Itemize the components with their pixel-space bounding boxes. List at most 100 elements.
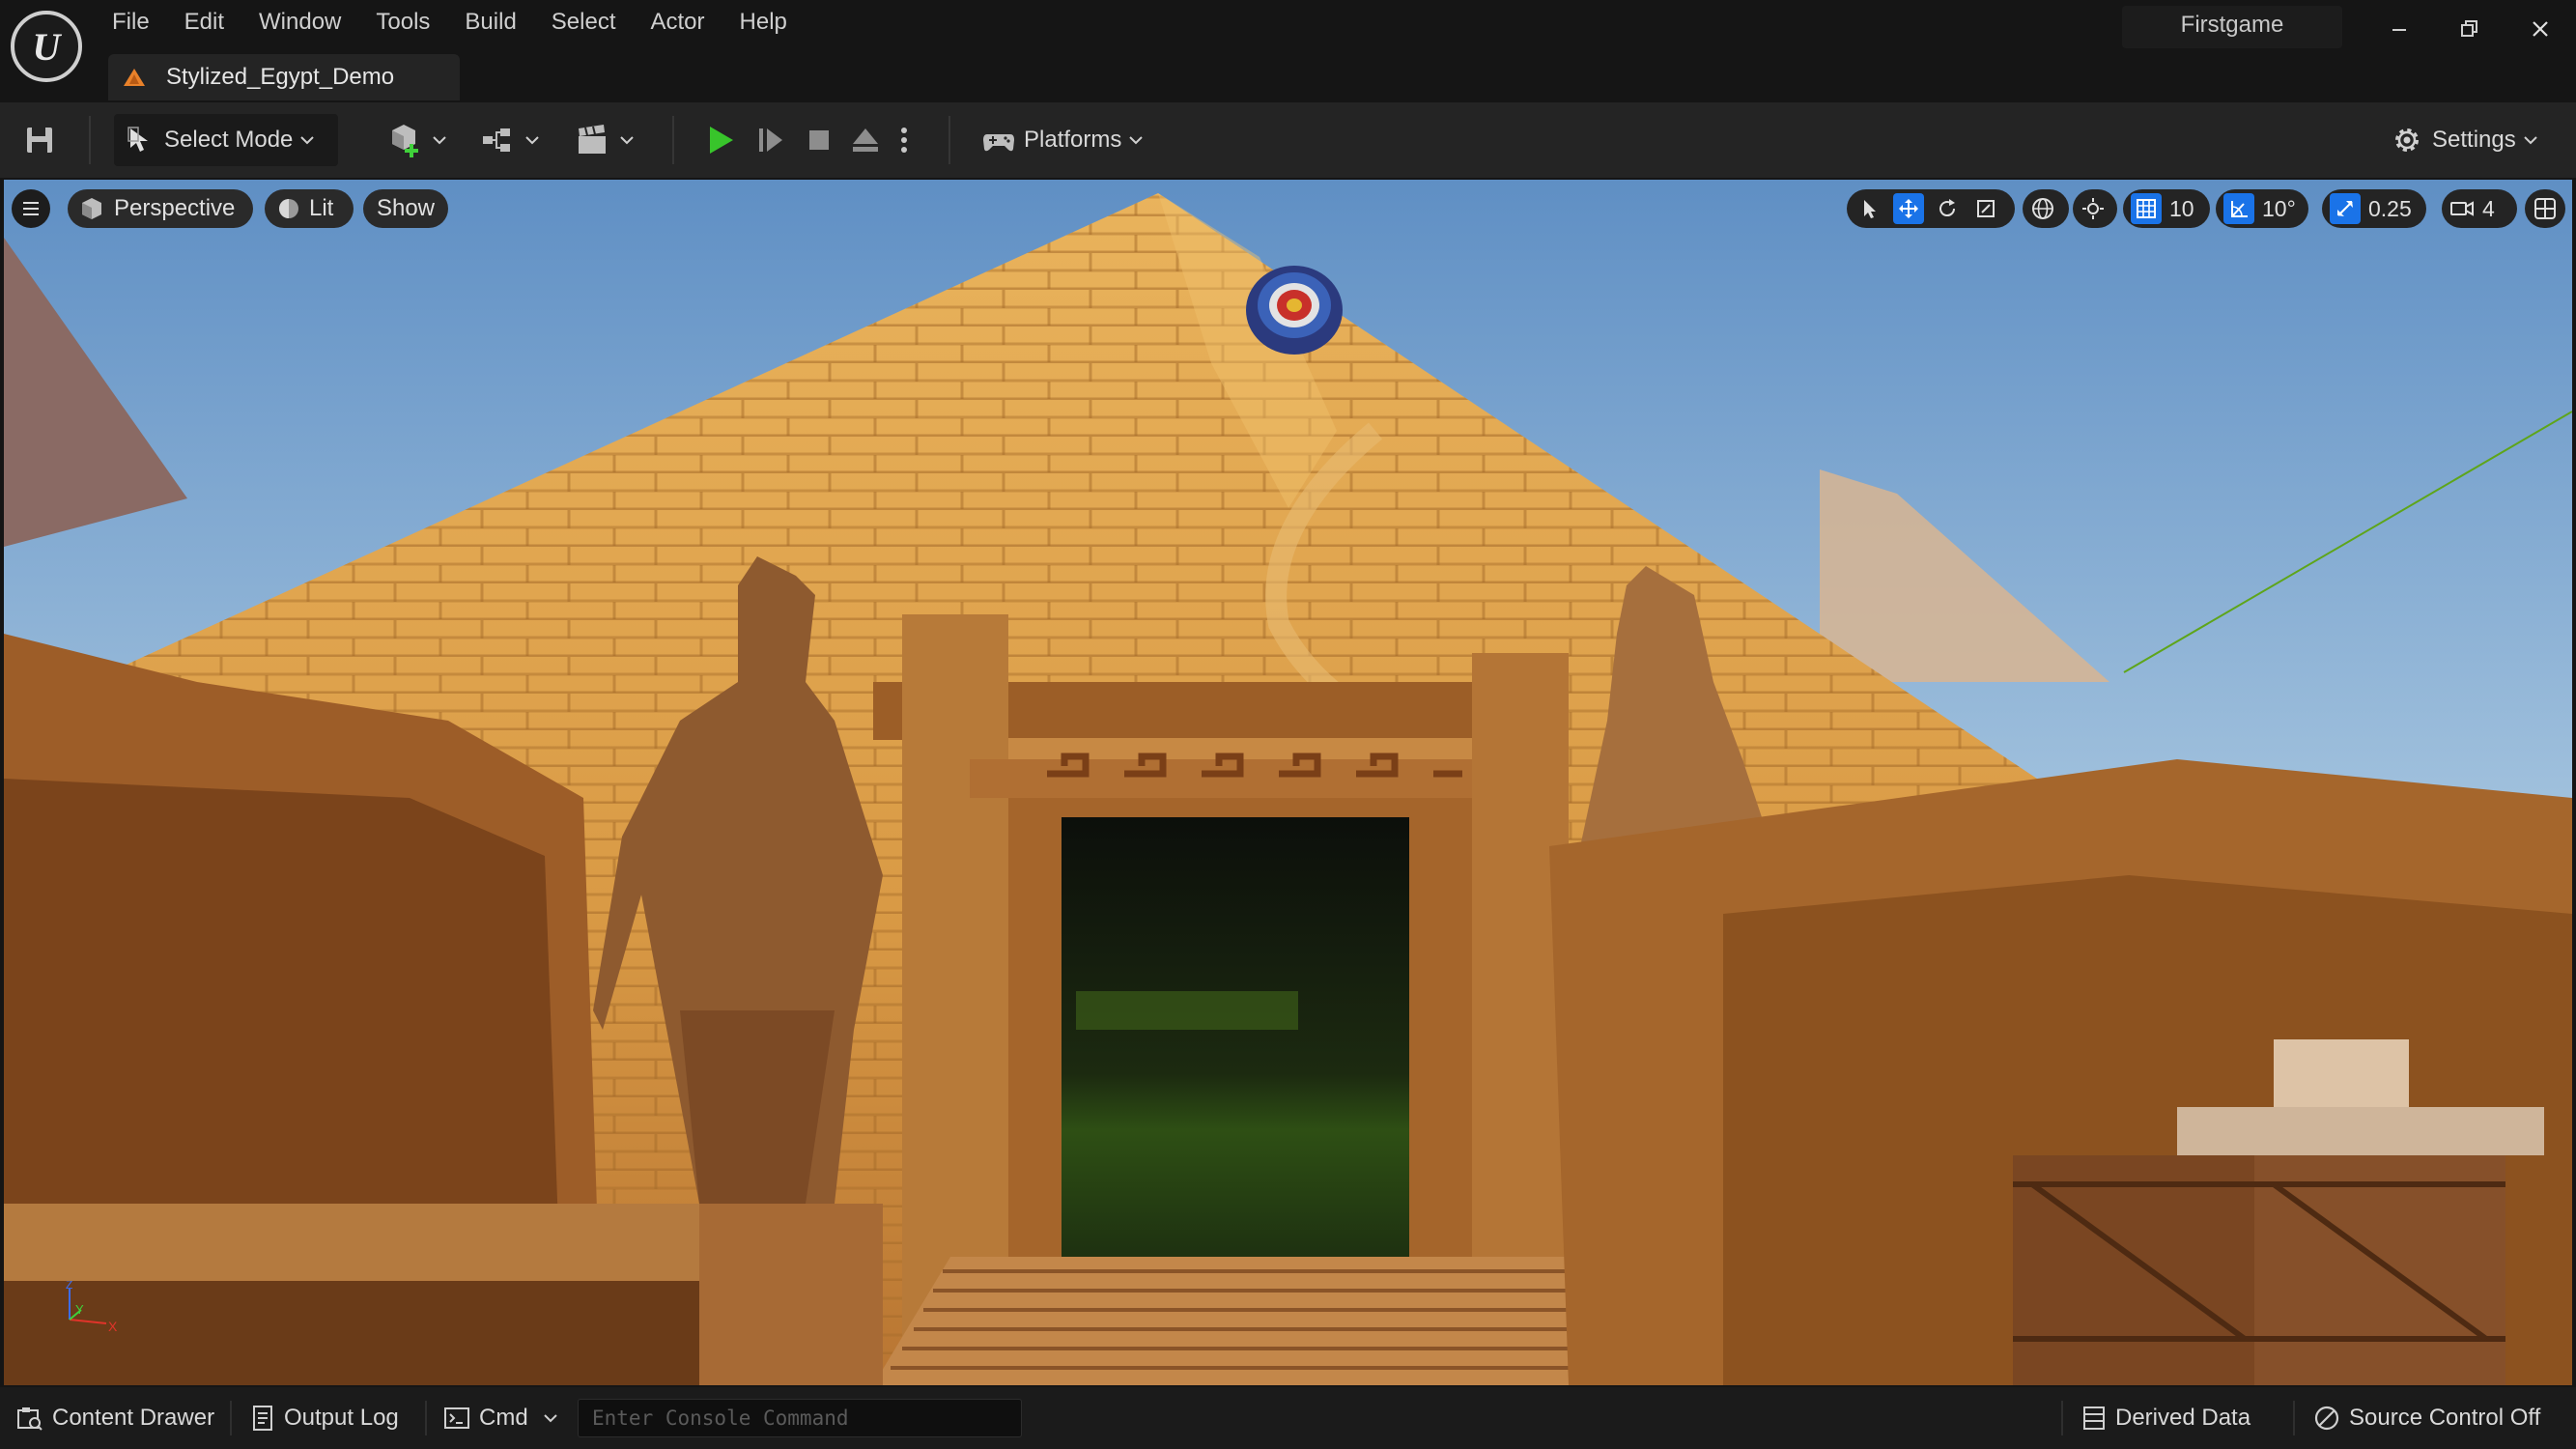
grid-icon bbox=[2137, 199, 2156, 218]
restore-button[interactable] bbox=[2444, 10, 2494, 48]
content-drawer-label: Content Drawer bbox=[52, 1405, 215, 1431]
terminal-icon bbox=[444, 1407, 469, 1429]
scale-tool-button[interactable] bbox=[1970, 193, 2001, 224]
stop-icon bbox=[809, 130, 829, 150]
angle-icon bbox=[2231, 201, 2248, 217]
derived-data-button[interactable]: Derived Data bbox=[2081, 1397, 2250, 1439]
axis-gizmo-icon: X Y Z bbox=[66, 1281, 118, 1334]
menu-tools[interactable]: Tools bbox=[358, 6, 447, 39]
level-tab-label: Stylized_Egypt_Demo bbox=[166, 64, 395, 90]
show-label: Show bbox=[376, 195, 436, 221]
camera-icon bbox=[2450, 201, 2474, 216]
separator bbox=[672, 116, 674, 164]
scale-snap-value: 0.25 bbox=[2368, 195, 2412, 221]
cmd-dropdown[interactable]: Cmd bbox=[442, 1397, 559, 1439]
minimize-button[interactable] bbox=[2374, 10, 2424, 48]
menu-edit[interactable]: Edit bbox=[167, 6, 241, 39]
output-log-button[interactable]: Output Log bbox=[249, 1397, 399, 1439]
level-viewport[interactable]: Perspective Lit Show 10 10° 0.25 4 X Y Z bbox=[4, 180, 2572, 1385]
gear-icon bbox=[2395, 128, 2419, 152]
lit-sphere-icon bbox=[279, 199, 298, 218]
scale-snap-icon bbox=[2337, 201, 2353, 216]
move-arrows-icon bbox=[1899, 199, 1918, 218]
scale-snap-toggle[interactable] bbox=[2330, 193, 2361, 224]
unreal-logo-icon[interactable]: U bbox=[11, 11, 82, 82]
viewport-options-button[interactable] bbox=[12, 189, 50, 228]
platforms-dropdown[interactable]: Platforms bbox=[977, 114, 1151, 166]
derived-data-icon bbox=[2083, 1406, 2105, 1430]
transform-tools-group bbox=[1847, 189, 2015, 228]
separator bbox=[230, 1401, 232, 1435]
move-tool-button[interactable] bbox=[1893, 193, 1924, 224]
surface-snapping-button[interactable] bbox=[2073, 189, 2117, 228]
close-button[interactable] bbox=[2515, 10, 2565, 48]
eject-button[interactable] bbox=[848, 114, 891, 166]
perspective-label: Perspective bbox=[114, 195, 236, 221]
blueprints-dropdown[interactable] bbox=[479, 114, 547, 166]
cinematics-dropdown[interactable] bbox=[574, 114, 641, 166]
menu-actor[interactable]: Actor bbox=[634, 6, 722, 39]
grid-snap-value: 10 bbox=[2169, 195, 2194, 221]
separator bbox=[2293, 1401, 2295, 1435]
grid-snap-toggle[interactable] bbox=[2131, 193, 2162, 224]
blueprint-icon bbox=[483, 128, 510, 152]
cmd-label: Cmd bbox=[479, 1405, 528, 1431]
main-toolbar: Select Mode Platforms Settings bbox=[0, 102, 2576, 178]
stop-button[interactable] bbox=[802, 114, 844, 166]
show-dropdown[interactable]: Show bbox=[363, 189, 448, 228]
hamburger-menu-icon bbox=[23, 202, 39, 215]
chevron-down-icon bbox=[300, 136, 315, 145]
globe-icon bbox=[2032, 198, 2053, 219]
cursor-arrow-icon bbox=[1864, 200, 1876, 218]
layout-grid-icon bbox=[2534, 198, 2556, 219]
source-control-button[interactable]: Source Control Off bbox=[2312, 1397, 2540, 1439]
separator bbox=[89, 116, 91, 164]
source-control-off-icon bbox=[2314, 1406, 2339, 1431]
menu-window[interactable]: Window bbox=[241, 6, 358, 39]
console-command-input[interactable] bbox=[578, 1399, 1022, 1437]
rotate-tool-button[interactable] bbox=[1932, 193, 1963, 224]
cube-icon bbox=[82, 198, 101, 219]
menu-select[interactable]: Select bbox=[534, 6, 634, 39]
play-options-button[interactable] bbox=[896, 114, 920, 166]
svg-text:Y: Y bbox=[75, 1302, 84, 1317]
lit-label: Lit bbox=[309, 195, 334, 221]
menu-help[interactable]: Help bbox=[722, 6, 805, 39]
rotation-snap-toggle[interactable] bbox=[2223, 193, 2254, 224]
viewport-layout-button[interactable] bbox=[2525, 189, 2565, 228]
chevron-down-icon bbox=[620, 136, 634, 145]
select-tool-button[interactable] bbox=[1854, 193, 1885, 224]
status-bar: Content Drawer Output Log Cmd Enter Cons… bbox=[0, 1387, 2576, 1449]
scale-snap-group[interactable]: 0.25 bbox=[2322, 189, 2426, 228]
platforms-label: Platforms bbox=[1024, 127, 1122, 153]
chevron-down-icon bbox=[1129, 136, 1144, 145]
play-button[interactable] bbox=[703, 114, 746, 166]
save-button[interactable] bbox=[23, 114, 66, 166]
camera-speed-group[interactable]: 4 bbox=[2442, 189, 2517, 228]
perspective-dropdown[interactable]: Perspective bbox=[68, 189, 253, 228]
view-mode-dropdown[interactable]: Lit bbox=[265, 189, 354, 228]
menu-build[interactable]: Build bbox=[447, 6, 533, 39]
grid-snap-group[interactable]: 10 bbox=[2123, 189, 2210, 228]
rotate-icon bbox=[1939, 199, 1956, 217]
project-name: Firstgame bbox=[2122, 6, 2342, 48]
gamepad-icon bbox=[983, 134, 1014, 152]
scene-render bbox=[4, 180, 2572, 1385]
menu-file[interactable]: File bbox=[95, 6, 167, 39]
add-actor-dropdown[interactable] bbox=[386, 114, 454, 166]
world-local-toggle[interactable] bbox=[2023, 189, 2069, 228]
rotation-snap-group[interactable]: 10° bbox=[2216, 189, 2308, 228]
more-vertical-icon bbox=[901, 128, 907, 153]
eject-icon bbox=[853, 128, 878, 152]
settings-dropdown[interactable]: Settings bbox=[2390, 114, 2544, 166]
camera-speed-value: 4 bbox=[2482, 195, 2495, 221]
close-icon bbox=[2533, 21, 2548, 37]
select-mode-dropdown[interactable]: Select Mode bbox=[114, 114, 338, 166]
level-tab[interactable]: Stylized_Egypt_Demo bbox=[108, 54, 460, 100]
separator bbox=[2061, 1401, 2063, 1435]
separator bbox=[425, 1401, 427, 1435]
add-actor-icon bbox=[392, 125, 418, 157]
advance-frame-button[interactable] bbox=[753, 114, 796, 166]
restore-icon bbox=[2461, 20, 2477, 37]
content-drawer-button[interactable]: Content Drawer bbox=[15, 1397, 214, 1439]
